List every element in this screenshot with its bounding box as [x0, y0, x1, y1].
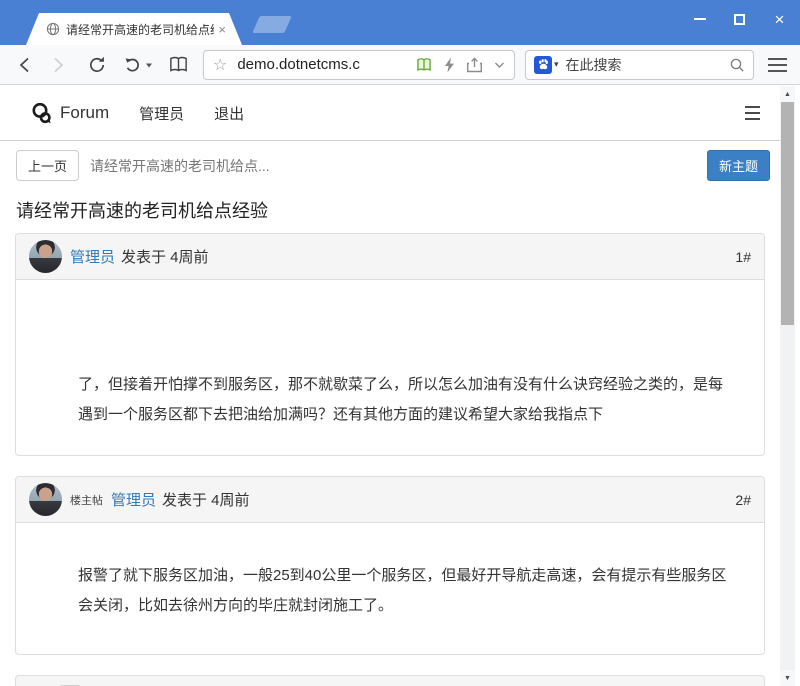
- window-maximize-button[interactable]: [733, 13, 746, 26]
- post-1-body: 了，但接着开怕撑不到服务区，那不就歇菜了么，所以怎么加油有没有什么诀窍经验之类的…: [16, 280, 764, 455]
- address-bar[interactable]: ☆ demo.dotnetcms.c: [203, 50, 515, 80]
- forum-brand-label: Forum: [60, 103, 109, 123]
- bookmark-star-icon[interactable]: ☆: [213, 55, 227, 75]
- nav-link-admin[interactable]: 管理员: [139, 103, 184, 124]
- tab-title: 请经常开高速的老司机给点经验: [66, 21, 214, 38]
- nav-link-logout[interactable]: 退出: [214, 103, 244, 124]
- post-2-posted-meta: 发表于 4周前: [162, 489, 250, 510]
- avatar[interactable]: [29, 240, 62, 273]
- scrollbar-down-arrow-icon[interactable]: ▼: [780, 670, 795, 686]
- page-scrollbar[interactable]: ▲ ▼: [780, 86, 795, 686]
- baidu-paw-icon[interactable]: [534, 56, 552, 74]
- forum-brand[interactable]: Forum: [30, 101, 109, 125]
- navbar-toggle-icon[interactable]: [745, 106, 760, 120]
- new-tab-button[interactable]: [252, 16, 292, 33]
- forward-icon[interactable]: [49, 56, 67, 74]
- browser-titlebar: 请经常开高速的老司机给点经验 × ×: [0, 0, 800, 45]
- share-icon[interactable]: [466, 57, 483, 73]
- post-2-op-badge: 楼主帖: [70, 492, 103, 508]
- window-minimize-button[interactable]: [693, 13, 706, 26]
- new-topic-button[interactable]: 新主题: [707, 150, 770, 181]
- tab-close-icon[interactable]: ×: [218, 22, 226, 37]
- avatar[interactable]: [29, 483, 62, 516]
- chevron-down-icon[interactable]: [494, 61, 505, 69]
- browser-tab[interactable]: 请经常开高速的老司机给点经验 ×: [26, 13, 242, 45]
- search-input[interactable]: [566, 57, 729, 73]
- search-engine-caret-icon[interactable]: ▾: [554, 59, 559, 70]
- breadcrumb: 上一页 请经常开高速的老司机给点... 新主题: [16, 150, 770, 181]
- search-box[interactable]: ▾: [525, 50, 754, 80]
- forum-navbar: Forum 管理员 退出: [0, 86, 780, 141]
- post-1-heading: 管理员 发表于 4周前 1#: [16, 234, 764, 280]
- refresh-icon[interactable]: [87, 55, 107, 75]
- breadcrumb-topic: 请经常开高速的老司机给点...: [90, 156, 270, 176]
- url-text[interactable]: demo.dotnetcms.c: [237, 56, 415, 73]
- post-2-body: 报警了就下服务区加油，一般25到40公里一个服务区，但最好开导航走高速，会有提示…: [16, 523, 764, 654]
- post-2-heading: 楼主帖 管理员 发表于 4周前 2#: [16, 477, 764, 523]
- previous-page-button[interactable]: 上一页: [16, 150, 79, 181]
- back-icon[interactable]: [16, 56, 34, 74]
- undo-dropdown-caret-icon[interactable]: [145, 61, 153, 69]
- browser-toolbar: ☆ demo.dotnetcms.c ▾: [0, 45, 800, 85]
- post-2-author-link[interactable]: 管理员: [111, 489, 156, 510]
- post-panel-3-partial: [15, 675, 765, 686]
- undo-history-icon[interactable]: [123, 55, 143, 75]
- reader-mode-icon[interactable]: [415, 57, 433, 73]
- scrollbar-up-arrow-icon[interactable]: ▲: [780, 86, 795, 102]
- page-title: 请经常开高速的老司机给点经验: [16, 197, 764, 223]
- post-1-floor-number: 1#: [735, 249, 751, 265]
- lightning-icon[interactable]: [444, 57, 455, 73]
- bookmarks-book-icon[interactable]: [168, 55, 189, 74]
- post-1-posted-meta: 发表于 4周前: [121, 246, 209, 267]
- page-viewport: Forum 管理员 退出 上一页 请经常开高速的老司机给点... 新主题 请经常…: [0, 86, 780, 686]
- forum-logo-icon: [30, 101, 54, 125]
- post-2-floor-number: 2#: [735, 492, 751, 508]
- post-1-author-link[interactable]: 管理员: [70, 246, 115, 267]
- post-panel-2: 楼主帖 管理员 发表于 4周前 2# 报警了就下服务区加油，一般25到40公里一…: [15, 476, 765, 655]
- post-panel-1: 管理员 发表于 4周前 1# 了，但接着开怕撑不到服务区，那不就歇菜了么，所以怎…: [15, 233, 765, 456]
- browser-menu-icon[interactable]: [768, 58, 787, 72]
- scrollbar-thumb[interactable]: [781, 102, 794, 325]
- window-close-button[interactable]: ×: [773, 13, 786, 26]
- search-magnifier-icon[interactable]: [729, 57, 745, 73]
- globe-icon: [46, 22, 60, 36]
